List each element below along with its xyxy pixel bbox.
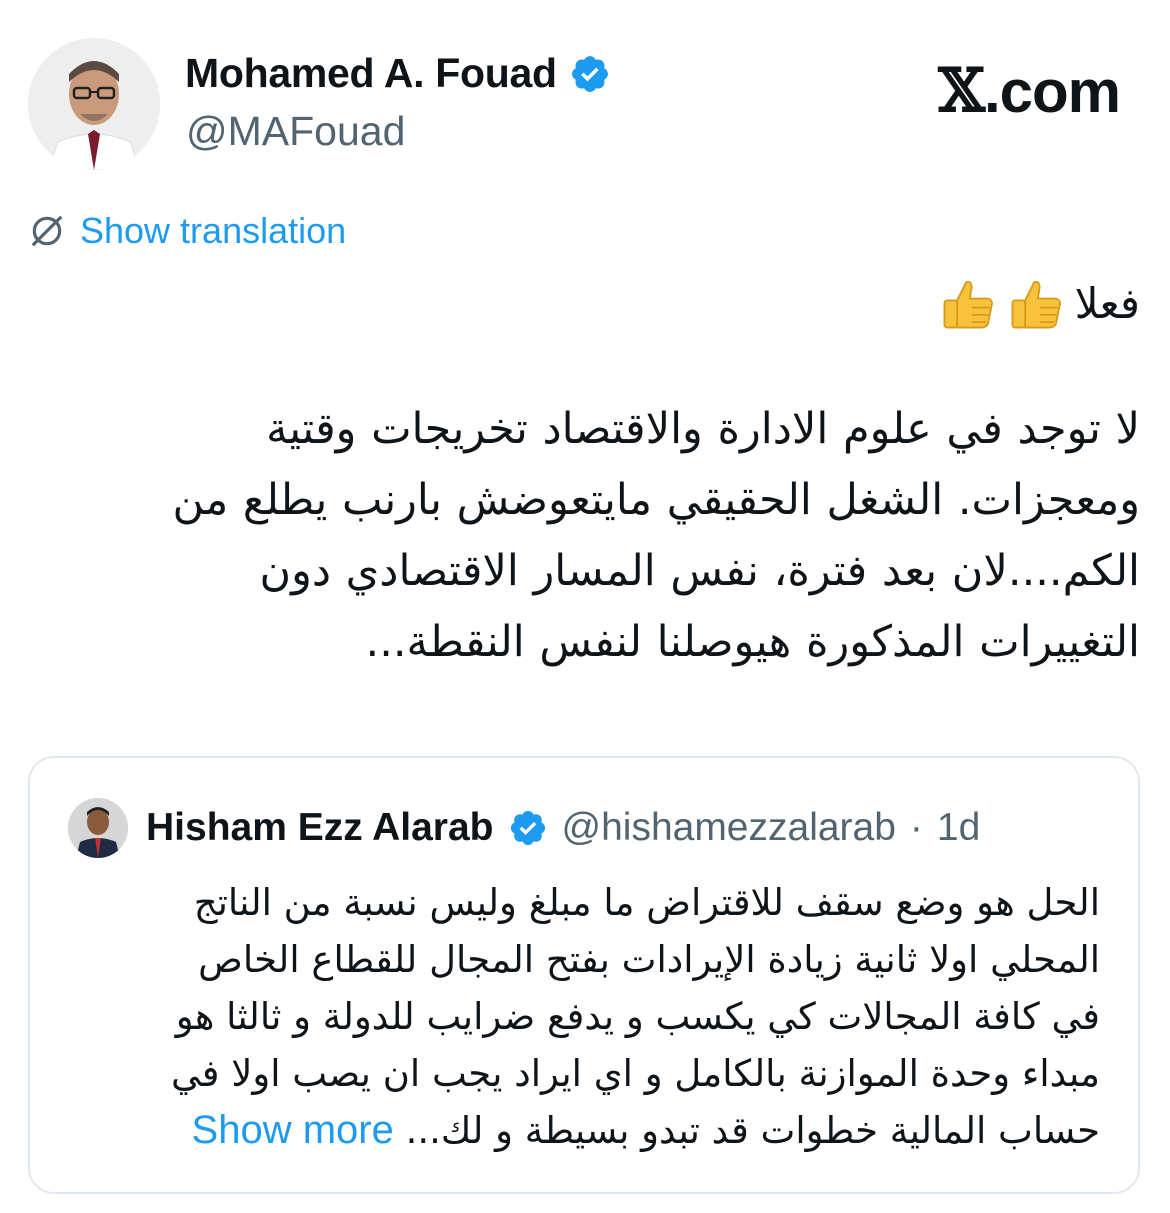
separator-dot: · — [909, 806, 923, 849]
tweet-first-line: فعلا — [30, 272, 1140, 336]
quote-text: الحل هو وضع سقف للاقتراض ما مبلغ وليس نس… — [70, 874, 1100, 1159]
quote-timestamp[interactable]: 1d — [937, 806, 980, 850]
thumbs-up-icon — [943, 281, 993, 329]
quote-author-avatar[interactable] — [68, 798, 128, 858]
quote-author-handle[interactable]: @hishamezzalarab — [562, 806, 896, 850]
show-more-link[interactable]: Show more — [192, 1108, 394, 1152]
globe-slash-icon — [31, 215, 63, 247]
verified-badge-icon — [571, 55, 608, 92]
x-logo-icon: 𝕏 — [938, 56, 985, 126]
author-avatar[interactable] — [28, 38, 160, 170]
author-handle[interactable]: @MAFouad — [186, 108, 405, 155]
brand-logo: 𝕏 .com — [938, 56, 1121, 126]
show-translation-label[interactable]: Show translation — [80, 210, 346, 252]
show-translation-link[interactable]: Show translation — [28, 210, 346, 252]
quote-author-name[interactable]: Hisham Ezz Alarab — [146, 806, 494, 850]
author-name-row[interactable]: Mohamed A. Fouad — [185, 50, 611, 97]
author-name[interactable]: Mohamed A. Fouad — [185, 50, 557, 97]
tweet-text: فعلا لا توجد في علوم الادارة والاقتصاد ت… — [30, 272, 1141, 678]
thumbs-up-icon — [1011, 281, 1061, 329]
quote-tweet-card[interactable]: Hisham Ezz Alarab @hishamezzalarab · 1d … — [28, 756, 1140, 1194]
brand-suffix: .com — [983, 57, 1121, 125]
verified-badge-icon — [510, 810, 545, 846]
quote-header: Hisham Ezz Alarab @hishamezzalarab · 1d — [68, 798, 980, 858]
tweet-line1-text: فعلا — [1074, 279, 1140, 328]
tweet-body: لا توجد في علوم الادارة والاقتصاد تخريجا… — [172, 404, 1141, 667]
